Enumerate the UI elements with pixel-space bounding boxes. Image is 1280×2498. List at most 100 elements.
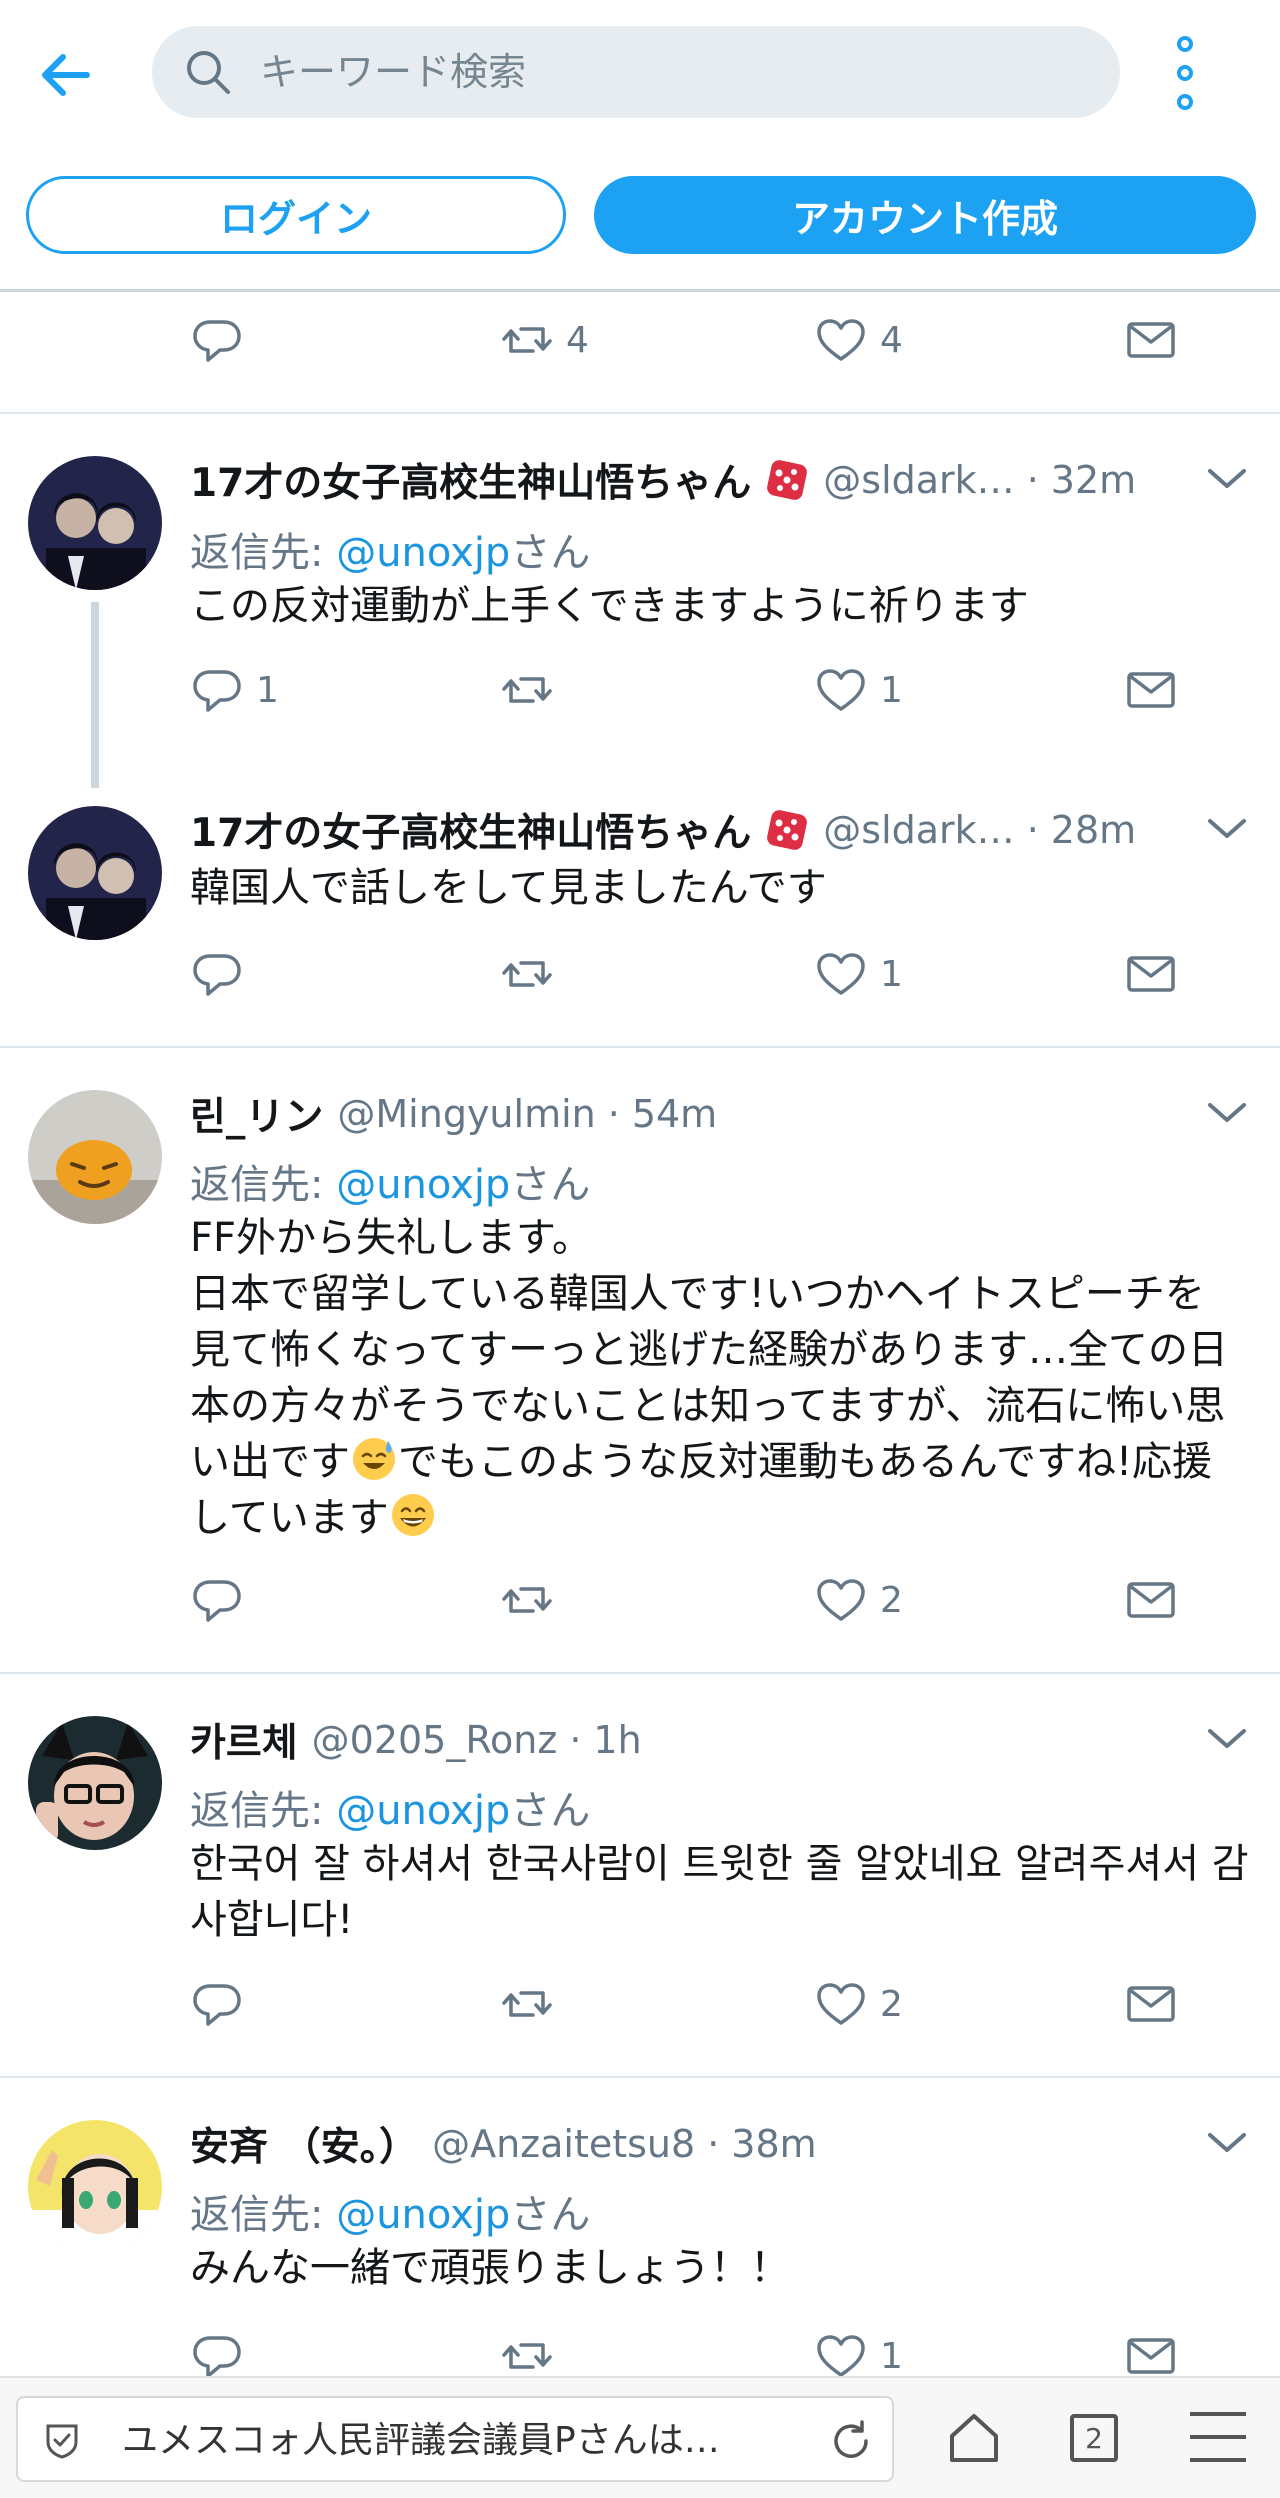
divider [0,1672,1280,1674]
tweet-actions: 1 [190,944,1200,1004]
reply-button[interactable] [190,944,244,1004]
heart-icon [814,313,868,367]
retweet-button[interactable] [500,1974,554,2034]
user-handle[interactable]: @Mingyulmin [337,1092,595,1136]
chevron-down-icon[interactable] [1200,1086,1254,1140]
share-dm-button[interactable] [1124,310,1178,370]
heart-icon [814,1977,868,2031]
avatar[interactable] [28,1090,162,1224]
reply-suffix: さん [510,1162,591,1208]
tweet-actions: 4 4 [190,310,1200,370]
top-header: ログイン アカウント作成 [0,0,1280,292]
back-arrow-icon[interactable] [30,40,100,110]
reply-prefix: 返信先: [190,530,337,576]
tweet-header: 린_リン @Mingyulmin · 54m [190,1086,1190,1142]
like-button[interactable]: 1 [814,660,903,720]
reply-button[interactable] [190,1570,244,1630]
reload-icon[interactable] [828,2418,874,2464]
separator: · [707,2122,720,2166]
tweet-text-line: しています [190,1490,1260,1546]
retweet-icon [500,1573,554,1627]
reply-button[interactable] [190,310,244,370]
timestamp[interactable]: 38m [731,2122,816,2166]
search-box[interactable] [152,26,1120,118]
share-dm-button[interactable] [1124,1974,1178,2034]
signup-button[interactable]: アカウント作成 [594,176,1256,254]
envelope-icon [1124,947,1178,1001]
user-handle[interactable]: @sldark… [823,458,1014,502]
reply-button[interactable]: 1 [190,660,279,720]
display-name[interactable]: 카르체 [190,1712,298,1768]
reply-handle-link[interactable]: @unoxjp [336,1162,510,1208]
reply-suffix: さん [510,2192,591,2238]
reply-count: 1 [256,669,279,711]
display-name[interactable]: 安斉 （安。） [190,2116,418,2172]
reply-handle-link[interactable]: @unoxjp [336,530,510,576]
login-button[interactable]: ログイン [26,176,566,254]
display-name[interactable]: 17才の女子高校生神山悟ちゃん [190,452,751,508]
chevron-down-icon[interactable] [1200,452,1254,506]
page-title-text[interactable]: ユメスコォ人民評議会議員Pさんは… [122,2398,802,2484]
timestamp[interactable]: 54m [632,1092,717,1136]
more-options-icon[interactable] [1160,36,1210,110]
timestamp[interactable]: 1h [593,1718,641,1762]
like-count: 1 [880,2335,903,2377]
retweet-icon [500,663,554,717]
chevron-down-icon[interactable] [1200,1712,1254,1766]
avatar[interactable] [28,1716,162,1850]
heart-icon [814,663,868,717]
retweet-icon [500,947,554,1001]
user-handle[interactable]: @Anzaitetsu8 [432,2122,695,2166]
user-handle[interactable]: @sldark… [823,808,1014,852]
retweet-button[interactable] [500,660,554,720]
avatar[interactable] [28,456,162,590]
share-dm-button[interactable] [1124,660,1178,720]
reply-handle-link[interactable]: @unoxjp [336,2192,510,2238]
search-input[interactable] [260,26,1080,118]
divider [0,412,1280,414]
reply-to: 返信先: @unoxjpさん [190,520,590,578]
dice-emoji-icon [767,810,808,850]
reply-to: 返信先: @unoxjpさん [190,1152,590,1210]
display-name[interactable]: 린_リン [190,1086,323,1142]
tweet-text: 韓国人で話しをして見ましたんです [190,865,827,911]
reply-icon [190,313,244,367]
separator: · [1026,458,1039,502]
like-count: 2 [880,1579,903,1621]
hamburger-menu-icon[interactable] [1190,2412,1246,2462]
timestamp[interactable]: 28m [1051,808,1136,852]
address-bar[interactable]: ユメスコォ人民評議会議員Pさんは… [16,2396,894,2482]
avatar[interactable] [28,806,162,940]
reply-button[interactable] [190,1974,244,2034]
reply-handle-link[interactable]: @unoxjp [336,1788,510,1834]
thread-line [91,602,99,788]
display-name[interactable]: 17才の女子高校生神山悟ちゃん [190,802,751,858]
chevron-down-icon[interactable] [1200,2116,1254,2170]
share-dm-button[interactable] [1124,944,1178,1004]
share-dm-button[interactable] [1124,1570,1178,1630]
like-button[interactable]: 2 [814,1570,903,1630]
divider [0,1046,1280,1048]
retweet-button[interactable]: 4 [500,310,589,370]
divider [0,2076,1280,2078]
avatar[interactable] [28,2120,162,2254]
like-button[interactable]: 4 [814,310,903,370]
retweet-button[interactable] [500,944,554,1004]
timestamp[interactable]: 32m [1051,458,1136,502]
like-count: 1 [880,953,903,995]
like-button[interactable]: 2 [814,1974,903,2034]
envelope-icon [1124,313,1178,367]
tweet-header: 카르체 @0205_Ronz · 1h [190,1712,1190,1768]
tabs-icon[interactable]: 2 [1066,2410,1122,2466]
envelope-icon [1124,1573,1178,1627]
user-handle[interactable]: @0205_Ronz [312,1718,558,1762]
home-icon[interactable] [944,2408,1004,2468]
heart-icon [814,1573,868,1627]
like-button[interactable]: 1 [814,944,903,1004]
retweet-count: 4 [566,319,589,361]
chevron-down-icon[interactable] [1200,802,1254,856]
tweet-text: 한국어 잘 하셔서 한국사람이 트윗한 줄 알았네요 알려주셔서 감 사합니다! [190,1836,1260,1948]
reply-icon [190,1573,244,1627]
retweet-button[interactable] [500,1570,554,1630]
reply-to: 返信先: @unoxjpさん [190,1778,590,1836]
